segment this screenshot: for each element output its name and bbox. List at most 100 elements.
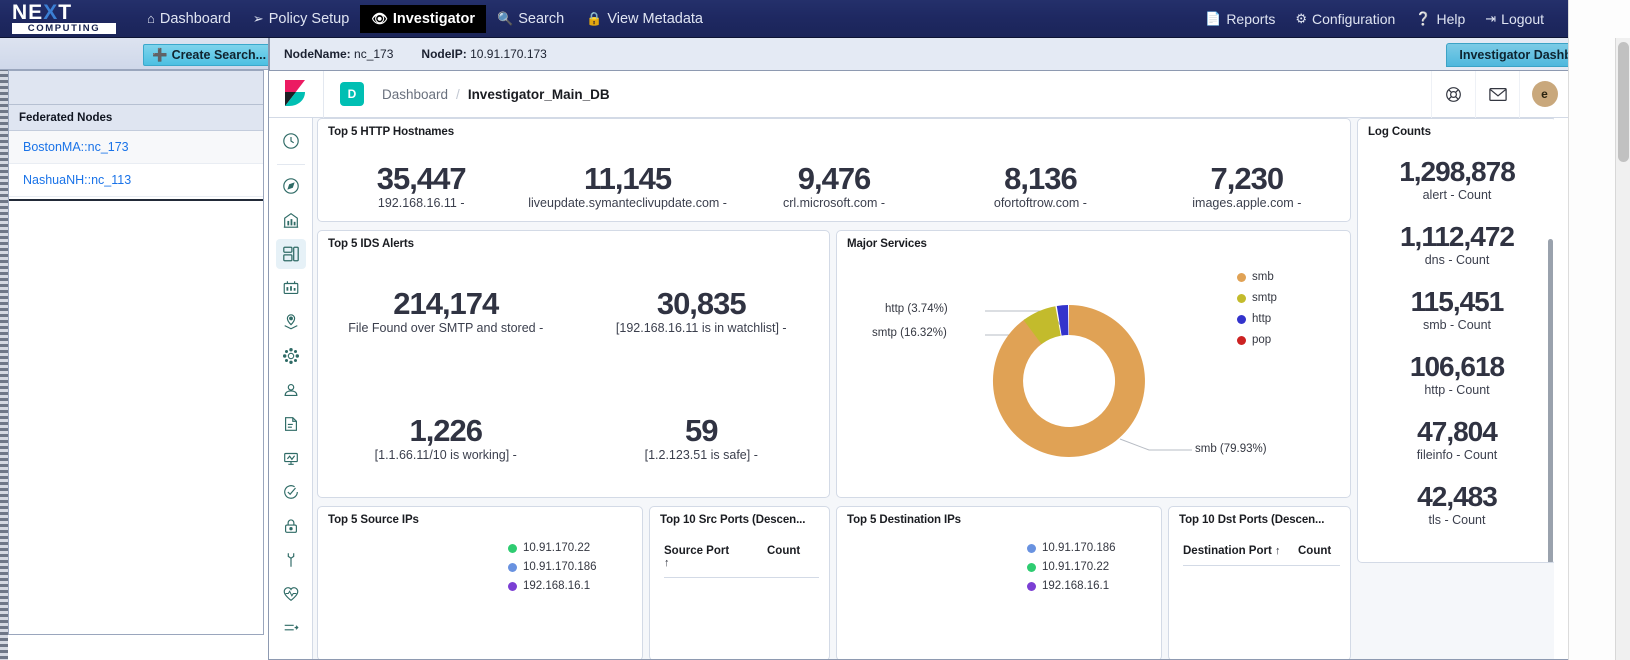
legend-item[interactable]: 10.91.170.22	[1027, 561, 1116, 573]
metrics-icon[interactable]	[276, 443, 306, 473]
primary-nav-items: ⌂ Dashboard ➢ Policy Setup 👁 Investigato…	[136, 0, 714, 38]
logo-t: T	[58, 1, 73, 24]
column-header-count[interactable]: Count	[767, 545, 819, 569]
federated-nodes-title: Federated Nodes	[9, 105, 263, 131]
logo-subtext: COMPUTING	[12, 23, 116, 34]
legend-label: 192.168.16.1	[523, 580, 591, 592]
nextcomputing-logo[interactable]: NEXT COMPUTING	[12, 1, 116, 34]
collapse-arrow-icon[interactable]	[276, 613, 306, 643]
donut-slice-smb	[992, 305, 1145, 457]
kibana-nav-rail	[269, 118, 313, 659]
legend-item[interactable]: smtp	[1237, 292, 1277, 304]
page-scrollbar-thumb[interactable]	[1618, 42, 1629, 162]
nav-item-investigator[interactable]: 👁 Investigator	[360, 4, 487, 33]
main-navigation-bar: NEXT COMPUTING ⌂ Dashboard ➢ Policy Setu…	[0, 0, 1568, 38]
user-avatar-button[interactable]: e	[1519, 71, 1568, 118]
metric-item[interactable]: 59 [1.2.123.51 is safe] -	[574, 413, 830, 463]
log-count-item[interactable]: 1,298,878 alert - Count	[1358, 156, 1554, 203]
column-header-source-port[interactable]: Source Port ↑	[664, 545, 767, 569]
log-count-value: 115,451	[1410, 286, 1505, 317]
metric-item[interactable]: 9,476 crl.microsoft.com -	[731, 162, 937, 211]
node-name-group: NodeName: nc_173	[284, 47, 393, 61]
monitoring-heartbeat-icon[interactable]	[276, 579, 306, 609]
log-count-item[interactable]: 106,618 http - Count	[1358, 351, 1554, 398]
nav-item-logout[interactable]: ⇥ Logout	[1475, 5, 1554, 33]
legend-item[interactable]: http	[1237, 313, 1277, 325]
nav-item-configuration[interactable]: ⚙ Configuration	[1285, 5, 1405, 33]
uptime-icon[interactable]	[276, 477, 306, 507]
metric-value: 59	[685, 413, 718, 448]
metric-label: 192.168.16.11 -	[377, 196, 465, 210]
column-header-label: Source Port	[664, 545, 730, 557]
nav-item-view-metadata[interactable]: 🔒 View Metadata	[575, 5, 714, 33]
nav-label-search: Search	[518, 10, 565, 27]
metric-item[interactable]: 1,226 [1.1.66.11/10 is working] -	[318, 414, 574, 463]
metric-item[interactable]: 30,835 [192.168.16.11 is in watchlist] -	[574, 287, 830, 336]
log-count-label: smb - Count	[1422, 318, 1492, 332]
legend-color-swatch	[1237, 335, 1246, 345]
home-icon: ⌂	[147, 11, 155, 26]
canvas-icon[interactable]	[276, 273, 306, 303]
visualize-barchart-icon[interactable]	[276, 205, 306, 235]
nav-item-help[interactable]: ❔ Help	[1405, 5, 1475, 33]
legend-item[interactable]: smb	[1237, 271, 1277, 283]
legend-label: pop	[1252, 334, 1272, 346]
dashboard-icon[interactable]	[275, 239, 306, 269]
legend-item[interactable]: pop	[1237, 334, 1277, 346]
apm-user-icon[interactable]	[276, 375, 306, 405]
nav-label-dashboard: Dashboard	[159, 10, 231, 27]
federated-node-item[interactable]: BostonMA::nc_173	[9, 131, 263, 164]
nav-item-reports[interactable]: 📄 Reports	[1195, 5, 1285, 33]
security-lock-icon[interactable]	[276, 511, 306, 541]
page-scrollbar-track[interactable]	[1615, 38, 1630, 660]
legend-color-swatch	[1237, 314, 1246, 324]
nav-label-investigator: Investigator	[392, 10, 476, 27]
federated-node-item[interactable]: NashuaNH::nc_113	[9, 164, 263, 197]
maps-layers-icon[interactable]	[276, 307, 306, 337]
plus-circle-icon: ➕	[152, 47, 168, 62]
legend-item[interactable]: 192.168.16.1	[508, 580, 597, 592]
nav-label-logout: Logout	[1501, 10, 1544, 27]
nav-item-policy-setup[interactable]: ➢ Policy Setup	[242, 5, 361, 33]
metric-value: 8,136	[1004, 161, 1078, 196]
newsfeed-mail-icon[interactable]	[1475, 71, 1519, 118]
dev-tools-wrench-icon[interactable]	[276, 545, 306, 575]
nav-label-policy-setup: Policy Setup	[268, 10, 350, 27]
metric-value: 11,145	[584, 161, 672, 196]
legend-color-swatch	[508, 543, 517, 553]
log-count-item[interactable]: 115,451 smb - Count	[1358, 286, 1554, 333]
legend-item[interactable]: 192.168.16.1	[1027, 580, 1116, 592]
nav-item-search[interactable]: 🔍 Search	[486, 5, 575, 33]
column-header-count[interactable]: Count	[1298, 545, 1340, 557]
panel-title-major-services: Major Services	[847, 238, 927, 250]
help-lifebuoy-icon[interactable]	[1431, 71, 1475, 118]
log-count-item[interactable]: 1,112,472 dns - Count	[1358, 221, 1554, 268]
breadcrumb-separator: /	[456, 86, 460, 102]
log-count-item[interactable]: 47,804 fileinfo - Count	[1358, 416, 1554, 463]
column-header-destination-port[interactable]: Destination Port ↑	[1183, 545, 1298, 557]
create-search-button[interactable]: ➕ Create Search...	[143, 44, 276, 66]
nav-item-dashboard[interactable]: ⌂ Dashboard	[136, 5, 242, 33]
logs-icon[interactable]	[276, 409, 306, 439]
dst-ports-table: Destination Port ↑ Count	[1183, 545, 1340, 566]
log-counts-scrollbar[interactable]	[1548, 239, 1553, 562]
header-divider	[323, 71, 324, 118]
legend-item[interactable]: 10.91.170.22	[508, 542, 597, 554]
document-icon: 📄	[1205, 10, 1222, 26]
metric-item[interactable]: 214,174 File Found over SMTP and stored …	[318, 287, 574, 336]
wrench-icon: ➢	[252, 10, 264, 26]
metric-item[interactable]: 11,145 liveupdate.symanteclivupdate.com …	[524, 162, 730, 211]
metric-item[interactable]: 7,230 images.apple.com -	[1144, 162, 1350, 211]
recently-viewed-clock-icon[interactable]	[276, 126, 306, 156]
metric-item[interactable]: 8,136 ofortoftrow.com -	[937, 162, 1143, 211]
metric-item[interactable]: 35,447 192.168.16.11 -	[318, 162, 524, 211]
eye-icon: 👁	[371, 10, 388, 26]
discover-compass-icon[interactable]	[276, 171, 306, 201]
legend-item[interactable]: 10.91.170.186	[1027, 542, 1116, 554]
kibana-header-actions: e	[1431, 71, 1568, 118]
log-count-item[interactable]: 42,483 tls - Count	[1358, 481, 1554, 528]
kibana-logo[interactable]	[283, 80, 309, 108]
machine-learning-icon[interactable]	[276, 341, 306, 371]
legend-item[interactable]: 10.91.170.186	[508, 561, 597, 573]
breadcrumb-dashboard[interactable]: Dashboard	[382, 87, 448, 102]
